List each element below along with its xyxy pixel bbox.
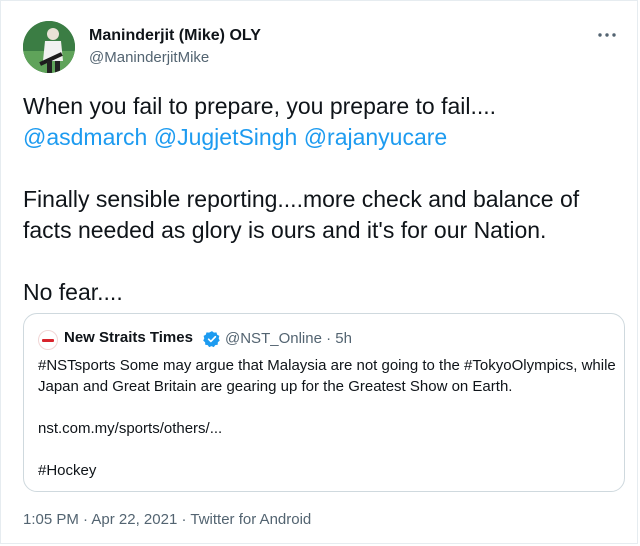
- mention-link[interactable]: @JugjetSingh: [154, 124, 298, 150]
- tweet-card: Maninderjit (Mike) OLY @ManinderjitMike …: [0, 0, 638, 544]
- tweet-mentions: @asdmarch @JugjetSingh @rajanyucare: [23, 122, 623, 153]
- avatar[interactable]: [23, 21, 75, 73]
- author-name[interactable]: Maninderjit (Mike) OLY: [89, 27, 261, 45]
- quote-hashtag: #Hockey: [38, 462, 97, 479]
- tweet-line-3: Finally sensible reporting....more check…: [23, 186, 580, 243]
- tweet-source-app[interactable]: Twitter for Android: [190, 511, 311, 528]
- quote-paragraph: #NSTsports Some may argue that Malaysia …: [38, 357, 616, 395]
- tweet-footer: 1:05 PM · Apr 22, 2021 · Twitter for And…: [23, 511, 311, 528]
- tweet-date[interactable]: Apr 22, 2021: [91, 511, 177, 528]
- more-horizontal-icon[interactable]: [595, 25, 619, 45]
- tweet-body: When you fail to prepare, you prepare to…: [23, 91, 623, 308]
- quote-text: #NSTsports Some may argue that Malaysia …: [38, 355, 618, 481]
- avatar-photo: [23, 21, 75, 73]
- quote-age: 5h: [335, 330, 352, 347]
- quote-handle: @NST_Online: [225, 330, 322, 347]
- quote-meta: @NST_Online · 5h: [225, 330, 352, 347]
- verified-badge-icon: [203, 331, 220, 348]
- quote-separator: ·: [326, 330, 332, 347]
- tweet-time[interactable]: 1:05 PM: [23, 511, 79, 528]
- mention-link[interactable]: @rajanyucare: [304, 124, 448, 150]
- mention-link[interactable]: @asdmarch: [23, 124, 147, 150]
- quote-author-name: New Straits Times: [64, 329, 193, 346]
- quote-link: nst.com.my/sports/others/...: [38, 420, 223, 437]
- tweet-line-1: When you fail to prepare, you prepare to…: [23, 93, 497, 119]
- more-dots: [598, 33, 616, 37]
- nst-logo-icon: [38, 330, 58, 350]
- tweet-line-4: No fear....: [23, 279, 123, 305]
- quoted-tweet[interactable]: New Straits Times @NST_Online · 5h #NSTs…: [23, 313, 625, 492]
- footer-separator: ·: [181, 511, 187, 528]
- author-handle[interactable]: @ManinderjitMike: [89, 49, 209, 66]
- footer-separator: ·: [83, 511, 89, 528]
